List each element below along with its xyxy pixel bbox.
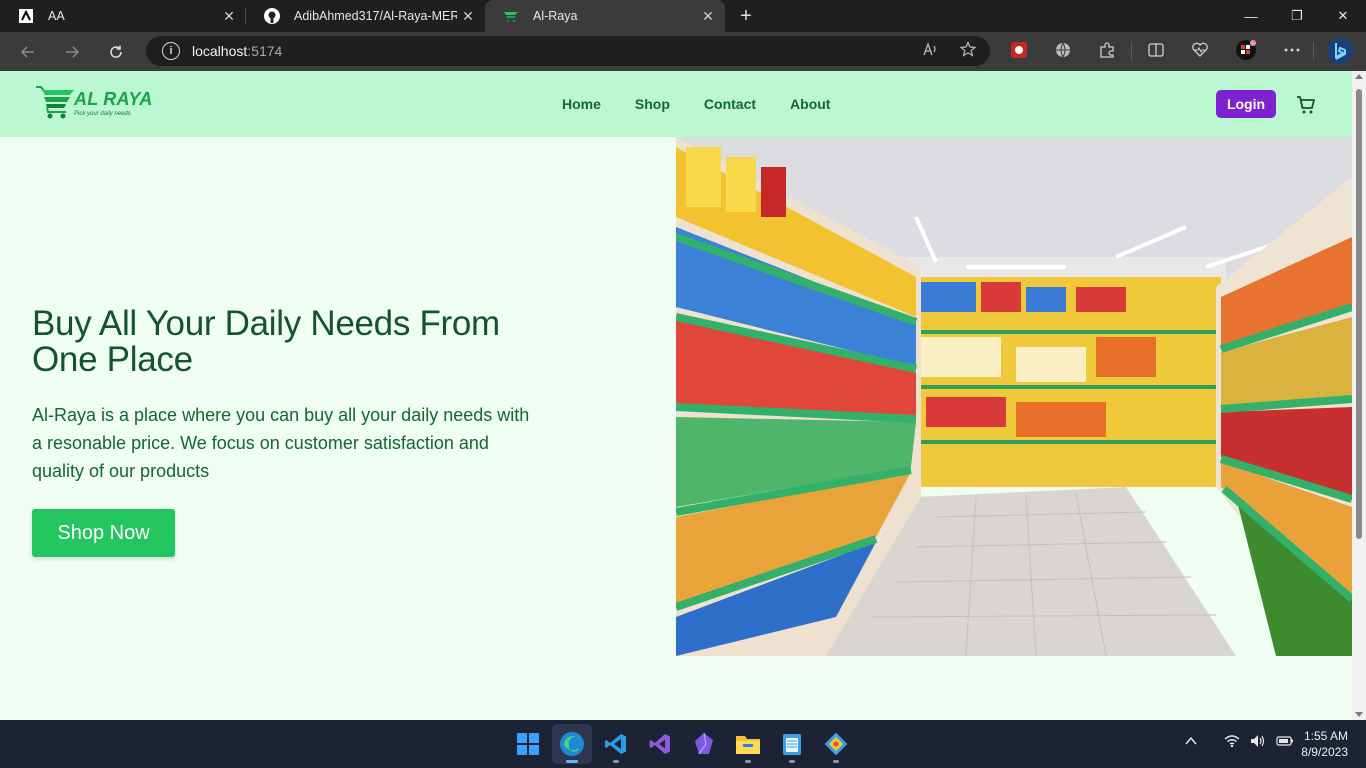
tab-title: AA — [48, 9, 65, 23]
refresh-button[interactable] — [94, 36, 138, 68]
browser-tab-aa[interactable]: AA ✕ — [0, 0, 246, 32]
vscode-icon[interactable] — [596, 724, 636, 764]
logo-brand-text: AL RAYA — [74, 89, 153, 109]
site-logo[interactable]: AL RAYA Pick your daily needs — [36, 83, 156, 123]
url-port: :5174 — [247, 43, 283, 59]
more-options-icon[interactable] — [1281, 39, 1303, 61]
minimize-button[interactable]: — — [1228, 0, 1274, 32]
address-bar[interactable]: i localhost:5174 — [146, 36, 990, 66]
browser-tab-github[interactable]: AdibAhmed317/Al-Raya-MERN ✕ — [246, 0, 485, 32]
battery-icon[interactable] — [1276, 734, 1294, 751]
nav-about-link[interactable]: About — [790, 96, 830, 112]
nav-home-link[interactable]: Home — [562, 96, 601, 112]
windows-taskbar: 1:55 AM 8/9/2023 — [0, 720, 1366, 768]
scroll-down-arrow-icon[interactable] — [1355, 712, 1363, 717]
close-window-button[interactable]: ✕ — [1320, 0, 1366, 32]
obsidian-icon[interactable] — [684, 724, 724, 764]
tab-title: Al-Raya — [533, 9, 578, 23]
browser-essentials-icon[interactable] — [1189, 39, 1211, 61]
edge-icon[interactable] — [552, 724, 592, 764]
logo-tagline: Pick your daily needs — [74, 111, 131, 117]
clock-date: 8/9/2023 — [1301, 745, 1348, 759]
al-raya-favicon — [503, 8, 519, 24]
window-controls: — ❐ ✕ — [1228, 0, 1366, 32]
hero-description: Al-Raya is a place where you can buy all… — [32, 405, 530, 481]
cart-logo-icon — [36, 86, 74, 119]
read-aloud-icon[interactable] — [922, 41, 938, 61]
shop-now-button[interactable]: Shop Now — [32, 509, 175, 557]
file-explorer-icon[interactable] — [728, 724, 768, 764]
main-menu: Home Shop Contact About — [562, 96, 864, 112]
back-arrow-icon — [20, 45, 34, 58]
system-clock[interactable]: 1:55 AM 8/9/2023 — [1301, 728, 1348, 760]
site-info-icon[interactable]: i — [162, 42, 180, 60]
visual-studio-icon[interactable] — [640, 724, 680, 764]
aa-favicon — [18, 8, 34, 24]
scrollbar-thumb[interactable] — [1356, 89, 1362, 539]
bing-copilot-icon[interactable] — [1326, 37, 1354, 65]
profile-avatar-icon[interactable] — [1235, 39, 1257, 61]
browser-tab-strip: AA ✕ AdibAhmed317/Al-Raya-MERN ✕ Al-Raya… — [0, 0, 1366, 32]
scroll-up-arrow-icon[interactable] — [1355, 74, 1363, 79]
chevron-up-icon[interactable] — [1184, 734, 1198, 751]
hero-title: Buy All Your Daily Needs From One Place — [32, 304, 500, 379]
login-button[interactable]: Login — [1216, 90, 1276, 118]
volume-icon[interactable] — [1250, 734, 1266, 751]
git-icon[interactable] — [816, 724, 856, 764]
wifi-icon[interactable] — [1224, 734, 1240, 751]
extensions-puzzle-icon[interactable] — [1096, 39, 1118, 61]
toolbar-divider — [1131, 42, 1132, 60]
github-icon — [264, 8, 280, 24]
forward-button[interactable] — [50, 36, 94, 68]
forward-arrow-icon — [66, 45, 80, 58]
toolbar-divider — [1313, 42, 1314, 60]
webpage: AL RAYA Pick your daily needs Home Shop … — [0, 71, 1352, 720]
close-tab-icon[interactable]: ✕ — [218, 5, 240, 27]
extension-red-icon[interactable] — [1008, 39, 1030, 61]
favorite-star-icon[interactable] — [959, 41, 977, 61]
windows-start-icon[interactable] — [508, 724, 548, 764]
restore-button[interactable]: ❐ — [1274, 0, 1320, 32]
url-host: localhost — [192, 43, 248, 59]
clock-time: 1:55 AM — [1303, 729, 1348, 743]
notepad-icon[interactable] — [772, 724, 812, 764]
browser-tab-al-raya[interactable]: Al-Raya ✕ — [485, 0, 725, 32]
nav-contact-link[interactable]: Contact — [704, 96, 756, 112]
hero-image-supermarket — [676, 137, 1352, 656]
tab-title: AdibAhmed317/Al-Raya-MERN — [294, 9, 457, 23]
system-tray — [1184, 734, 1294, 751]
page-scrollbar[interactable] — [1352, 71, 1366, 720]
close-tab-icon[interactable]: ✕ — [697, 5, 719, 27]
cart-icon[interactable] — [1296, 95, 1316, 115]
refresh-icon — [110, 45, 122, 58]
new-tab-button[interactable]: + — [731, 0, 761, 32]
back-button[interactable] — [6, 36, 50, 68]
close-tab-icon[interactable]: ✕ — [457, 5, 479, 27]
globe-extension-icon[interactable] — [1052, 39, 1074, 61]
site-navbar: AL RAYA Pick your daily needs Home Shop … — [0, 71, 1352, 137]
split-screen-icon[interactable] — [1145, 39, 1167, 61]
nav-shop-link[interactable]: Shop — [635, 96, 670, 112]
